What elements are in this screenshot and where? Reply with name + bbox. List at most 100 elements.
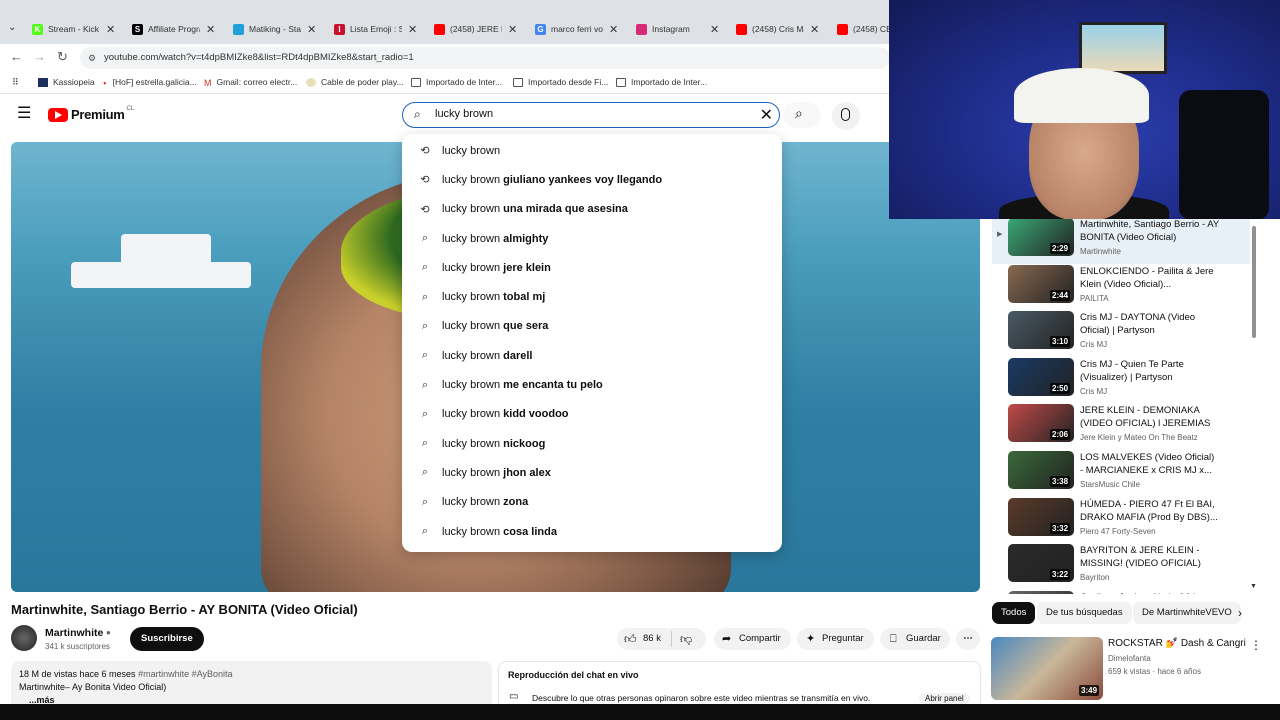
reload-icon[interactable]: ↻ <box>57 49 68 65</box>
related-filter-chips: Todos De tus búsquedas De MartinwhiteVEV… <box>992 602 1262 626</box>
close-tab-icon[interactable]: ✕ <box>307 23 316 36</box>
recommended-video[interactable]: 3:49 ROCKSTAR 💅 Dash & Cangri Dimelofant… <box>991 637 1276 701</box>
search-input[interactable]: lucky brown <box>435 108 493 120</box>
search-suggestion[interactable]: ⌕ lucky brown almighty <box>402 224 782 253</box>
bookmark-folder-1[interactable]: Importado de Inter... <box>411 77 502 87</box>
chip-from-channel[interactable]: De MartinwhiteVEVO <box>1133 602 1241 624</box>
tab-list-chevron-icon[interactable]: ⌄ <box>8 22 16 33</box>
back-icon[interactable]: ← <box>10 49 23 64</box>
forward-icon[interactable]: → <box>33 49 46 64</box>
like-count[interactable]: 86 k <box>643 628 661 650</box>
search-suggestion[interactable]: ⟲ lucky brown <box>402 136 782 165</box>
suggestion-suffix: cosa linda <box>503 525 557 538</box>
playlist-duration: 2:29 <box>1050 243 1071 254</box>
playlist-item[interactable]: 2:44 ENLOKCIENDO - Pailita & Jere Klein (… <box>992 264 1250 311</box>
search-suggestion[interactable]: ⌕ lucky brown jhon alex <box>402 458 782 487</box>
share-button[interactable]: ➦ Compartir <box>714 628 791 650</box>
browser-tab[interactable]: (2458) Cris MJ ✕ <box>736 17 819 41</box>
playlist-item[interactable]: 2:50 Cris MJ - Quien Te Parte (Visualizer… <box>992 357 1250 404</box>
suggestion-prefix: lucky brown <box>442 173 504 186</box>
browser-tab[interactable]: Instagram ✕ <box>636 17 719 41</box>
tab-title: (2458) Cris MJ <box>752 24 804 34</box>
bookmark-folder-2[interactable]: Importado desde Fi... <box>513 77 608 87</box>
chevron-right-icon[interactable]: › <box>1238 606 1242 620</box>
open-panel-button[interactable]: Abrir panel <box>919 693 970 704</box>
dislike-icon[interactable]: 👎︎ <box>680 628 692 650</box>
chip-from-searches[interactable]: De tus búsquedas <box>1037 602 1132 624</box>
channel-name[interactable]: Martinwhite <box>45 627 103 639</box>
ask-button[interactable]: ✦ Preguntar <box>797 628 874 650</box>
chip-all[interactable]: Todos <box>992 602 1036 624</box>
search-suggestion[interactable]: ⌕ lucky brown darell <box>402 341 782 370</box>
suggestion-suffix: me encanta tu pelo <box>503 379 603 392</box>
search-icon: ⌕ <box>421 261 429 274</box>
more-options-icon[interactable]: ⋮ <box>1250 638 1262 652</box>
tab-favicon-icon: I <box>334 23 345 35</box>
playlist-item[interactable]: 3:38 LOS MALVEKES (Video Oficial) - MARCI… <box>992 451 1250 497</box>
hashtags[interactable]: #martinwhite #AyBonita <box>138 669 232 679</box>
search-suggestion[interactable]: ⟲ lucky brown una mirada que asesina <box>402 195 782 224</box>
apps-grid-icon[interactable]: ⠿ <box>12 77 19 88</box>
browser-tab[interactable]: I Lista Emoji : Sit ✕ <box>334 17 417 41</box>
search-suggestion[interactable]: ⌕ lucky brown que sera <box>402 312 782 341</box>
scroll-down-arrow-icon[interactable]: ▼ <box>1250 583 1257 590</box>
close-tab-icon[interactable]: ✕ <box>106 23 115 36</box>
playlist-scrollbar[interactable] <box>1252 226 1256 338</box>
address-bar[interactable]: ⚙ youtube.com/watch?v=t4dpBMIZke8&list=R… <box>80 47 890 69</box>
more-actions-icon[interactable]: ⋯ <box>956 628 980 650</box>
save-button[interactable]: ⎕ Guardar <box>880 628 950 650</box>
search-box[interactable]: ⌕ lucky brown ✕ <box>402 102 780 128</box>
channel-avatar[interactable] <box>11 625 37 651</box>
playlist-item[interactable]: 3:22 BAYRITON & JERE KLEIN - MISSING! (VI… <box>992 544 1250 590</box>
bookmark-folder-3[interactable]: Importado de Inter... <box>616 77 707 87</box>
youtube-premium-logo[interactable]: Premium CL <box>48 106 134 122</box>
bookmark-kassiopeia[interactable]: Kassiopeia <box>38 77 95 87</box>
clear-search-icon[interactable]: ✕ <box>760 105 773 125</box>
bookmark-estrella-galicia[interactable]: ⋆ [HoF] estrella.galicia... <box>102 77 197 88</box>
close-tab-icon[interactable]: ✕ <box>508 23 517 36</box>
like-icon[interactable]: 👍︎ <box>624 628 637 650</box>
voice-search-button[interactable] <box>832 102 860 130</box>
browser-tab[interactable]: S Affiliate Progra ✕ <box>132 17 215 41</box>
suggestion-prefix: lucky brown <box>442 496 504 509</box>
search-suggestion[interactable]: ⌕ lucky brown me encanta tu pelo <box>402 370 782 399</box>
browser-tab[interactable]: (2458) JERE KL ✕ <box>434 17 517 41</box>
search-suggestion[interactable]: ⌕ lucky brown zona <box>402 488 782 517</box>
sparkle-icon: ✦ <box>806 633 816 645</box>
search-suggestion[interactable]: ⌕ lucky brown cosa linda <box>402 517 782 546</box>
suggestion-suffix: que sera <box>503 320 549 333</box>
close-tab-icon[interactable]: ✕ <box>408 23 417 36</box>
cable-icon <box>306 77 316 87</box>
search-suggestion[interactable]: ⌕ lucky brown jere klein <box>402 253 782 282</box>
playlist-item[interactable]: 3:32 HÚMEDA - PIERO 47 Ft El BAI, DRAKO M… <box>992 497 1250 544</box>
url-text: youtube.com/watch?v=t4dpBMIZke8&list=RDt… <box>104 52 414 63</box>
bookmark-gmail[interactable]: M Gmail: correo electr... <box>204 77 297 88</box>
playlist-thumbnail <box>1008 590 1074 594</box>
close-tab-icon[interactable]: ✕ <box>206 23 215 36</box>
playlist-item[interactable]: ▶ 2:29 Martinwhite, Santiago Berrio - AY B… <box>992 219 1250 264</box>
search-icon: ⌕ <box>421 437 429 450</box>
playlist-item[interactable]: Occlitos, Junior - Nada (Video <box>992 590 1250 594</box>
hamburger-menu-icon[interactable]: ☰ <box>17 106 31 122</box>
search-suggestion[interactable]: ⟲ lucky brown giuliano yankees voy llegan… <box>402 165 782 194</box>
browser-tab[interactable]: Matiking - Stai ✕ <box>233 17 316 41</box>
suggestion-prefix: lucky brown <box>442 379 504 392</box>
browser-tab[interactable]: K Stream - Kick L ✕ <box>32 17 115 41</box>
search-suggestion[interactable]: ⌕ lucky brown nickoog <box>402 429 782 458</box>
video-title: Martinwhite, Santiago Berrio - AY BONITA… <box>11 602 358 617</box>
playlist-duration: 2:44 <box>1050 289 1071 301</box>
suggestion-prefix: lucky brown <box>442 525 504 538</box>
close-tab-icon[interactable]: ✕ <box>710 23 719 36</box>
subscribe-button[interactable]: Suscribirse <box>130 627 204 651</box>
close-tab-icon[interactable]: ✕ <box>810 23 819 36</box>
site-info-icon[interactable]: ⚙ <box>88 47 96 69</box>
browser-tab[interactable]: Gmarco ferri voh ✕ <box>535 17 618 41</box>
playlist-duration: 3:32 <box>1050 522 1071 534</box>
search-button[interactable]: ⌕ <box>783 102 821 128</box>
playlist-item[interactable]: 2:06 JERE KLEIN - DEMONIAKA (VIDEO OFICIA… <box>992 404 1250 450</box>
search-suggestion[interactable]: ⌕ lucky brown tobal mj <box>402 282 782 311</box>
bookmark-cable[interactable]: Cable de poder play... <box>306 77 404 87</box>
search-suggestion[interactable]: ⌕ lucky brown kidd voodoo <box>402 400 782 429</box>
close-tab-icon[interactable]: ✕ <box>609 23 618 36</box>
playlist-item[interactable]: 3:10 Cris MJ - DAYTONA (Video Oficial) | … <box>992 311 1250 357</box>
